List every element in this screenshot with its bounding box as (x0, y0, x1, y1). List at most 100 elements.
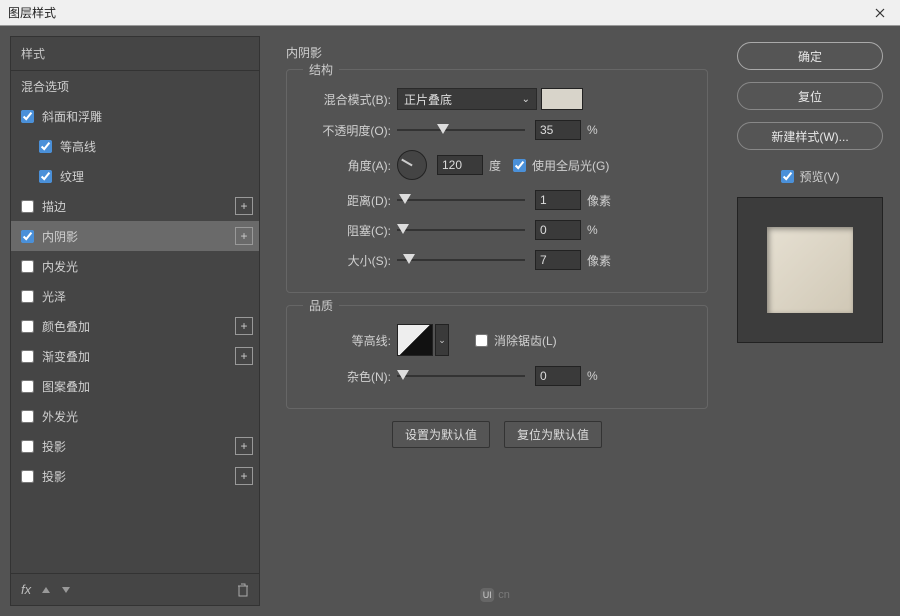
style-label: 等高线 (60, 138, 96, 155)
opacity-input[interactable]: 35 (535, 120, 581, 140)
size-unit: 像素 (587, 252, 611, 269)
style-checkbox[interactable] (21, 200, 34, 213)
preview-checkbox[interactable]: 预览(V) (781, 168, 840, 185)
size-label: 大小(S): (301, 252, 397, 269)
window-title: 图层样式 (8, 4, 56, 21)
add-instance-button[interactable]: + (235, 227, 253, 245)
styles-header: 样式 (11, 37, 259, 71)
style-row[interactable]: 颜色叠加 + (11, 311, 259, 341)
style-row[interactable]: 投影 + (11, 431, 259, 461)
distance-slider[interactable] (397, 193, 525, 207)
opacity-unit: % (587, 123, 598, 137)
actions-panel: 确定 复位 新建样式(W)... 预览(V) (730, 36, 890, 606)
style-label: 渐变叠加 (42, 348, 90, 365)
styles-list-panel: 样式 混合选项 斜面和浮雕等高线纹理描边+内阴影+内发光光泽颜色叠加+渐变叠加+… (10, 36, 260, 606)
angle-input[interactable]: 120 (437, 155, 483, 175)
shadow-color-swatch[interactable] (541, 88, 583, 110)
style-checkbox[interactable] (21, 290, 34, 303)
structure-fieldset: 结构 混合模式(B): 正片叠底 不透明度(O): 35 % 角度(A): 12… (286, 69, 708, 293)
ok-button[interactable]: 确定 (737, 42, 883, 70)
distance-label: 距离(D): (301, 192, 397, 209)
style-row[interactable]: 等高线 (11, 131, 259, 161)
noise-label: 杂色(N): (301, 368, 397, 385)
style-row[interactable]: 内发光 (11, 251, 259, 281)
style-label: 投影 (42, 468, 66, 485)
style-row[interactable]: 渐变叠加 + (11, 341, 259, 371)
choke-input[interactable]: 0 (535, 220, 581, 240)
style-checkbox[interactable] (21, 260, 34, 273)
style-row[interactable]: 内阴影+ (11, 221, 259, 251)
style-label: 图案叠加 (42, 378, 90, 395)
style-checkbox[interactable] (21, 110, 34, 123)
add-instance-button[interactable]: + (235, 347, 253, 365)
choke-slider[interactable] (397, 223, 525, 237)
preview-box (737, 197, 883, 343)
style-checkbox[interactable] (21, 470, 34, 483)
antialias-checkbox[interactable]: 消除锯齿(L) (475, 332, 557, 349)
trash-icon[interactable] (237, 583, 249, 597)
noise-slider[interactable] (397, 369, 525, 383)
style-label: 颜色叠加 (42, 318, 90, 335)
opacity-slider[interactable] (397, 123, 525, 137)
effect-title: 内阴影 (286, 44, 708, 61)
add-instance-button[interactable]: + (235, 317, 253, 335)
style-row[interactable]: 描边 + (11, 191, 259, 221)
blending-options-row[interactable]: 混合选项 (11, 71, 259, 101)
style-checkbox[interactable] (39, 140, 52, 153)
new-style-button[interactable]: 新建样式(W)... (737, 122, 883, 150)
blending-options-label: 混合选项 (21, 78, 69, 95)
opacity-label: 不透明度(O): (301, 122, 397, 139)
reset-default-button[interactable]: 复位为默认值 (504, 421, 602, 448)
noise-input[interactable]: 0 (535, 366, 581, 386)
settings-panel: 内阴影 结构 混合模式(B): 正片叠底 不透明度(O): 35 % 角度(A)… (270, 36, 720, 606)
style-label: 斜面和浮雕 (42, 108, 102, 125)
arrow-down-icon[interactable] (61, 585, 71, 595)
style-label: 光泽 (42, 288, 66, 305)
style-checkbox[interactable] (21, 380, 34, 393)
style-row[interactable]: 图案叠加 (11, 371, 259, 401)
style-row[interactable]: 外发光 (11, 401, 259, 431)
contour-picker[interactable] (397, 324, 433, 356)
style-checkbox[interactable] (39, 170, 52, 183)
add-instance-button[interactable]: + (235, 437, 253, 455)
styles-footer: fx (11, 573, 259, 605)
close-button[interactable] (860, 0, 900, 26)
style-checkbox[interactable] (21, 440, 34, 453)
distance-unit: 像素 (587, 192, 611, 209)
set-default-button[interactable]: 设置为默认值 (392, 421, 490, 448)
quality-label: 品质 (303, 297, 339, 314)
distance-input[interactable]: 1 (535, 190, 581, 210)
style-label: 纹理 (60, 168, 84, 185)
titlebar: 图层样式 (0, 0, 900, 26)
angle-unit: 度 (489, 157, 501, 174)
choke-unit: % (587, 223, 598, 237)
style-checkbox[interactable] (21, 230, 34, 243)
style-row[interactable]: 纹理 (11, 161, 259, 191)
fx-icon[interactable]: fx (21, 582, 31, 597)
add-instance-button[interactable]: + (235, 467, 253, 485)
arrow-up-icon[interactable] (41, 585, 51, 595)
structure-label: 结构 (303, 61, 339, 78)
style-row[interactable]: 光泽 (11, 281, 259, 311)
style-row[interactable]: 投影 + (11, 461, 259, 491)
choke-label: 阻塞(C): (301, 222, 397, 239)
blend-mode-select[interactable]: 正片叠底 (397, 88, 537, 110)
style-checkbox[interactable] (21, 410, 34, 423)
blend-mode-label: 混合模式(B): (301, 91, 397, 108)
style-label: 描边 (42, 198, 66, 215)
global-light-checkbox[interactable]: 使用全局光(G) (513, 157, 609, 174)
angle-dial[interactable] (397, 150, 427, 180)
style-checkbox[interactable] (21, 350, 34, 363)
style-checkbox[interactable] (21, 320, 34, 333)
add-instance-button[interactable]: + (235, 197, 253, 215)
contour-label: 等高线: (301, 332, 397, 349)
style-row[interactable]: 斜面和浮雕 (11, 101, 259, 131)
quality-fieldset: 品质 等高线: ⌄ 消除锯齿(L) 杂色(N): 0 % (286, 305, 708, 409)
contour-dropdown[interactable]: ⌄ (435, 324, 449, 356)
size-input[interactable]: 7 (535, 250, 581, 270)
size-slider[interactable] (397, 253, 525, 267)
angle-label: 角度(A): (301, 157, 397, 174)
cancel-button[interactable]: 复位 (737, 82, 883, 110)
style-label: 投影 (42, 438, 66, 455)
noise-unit: % (587, 369, 598, 383)
